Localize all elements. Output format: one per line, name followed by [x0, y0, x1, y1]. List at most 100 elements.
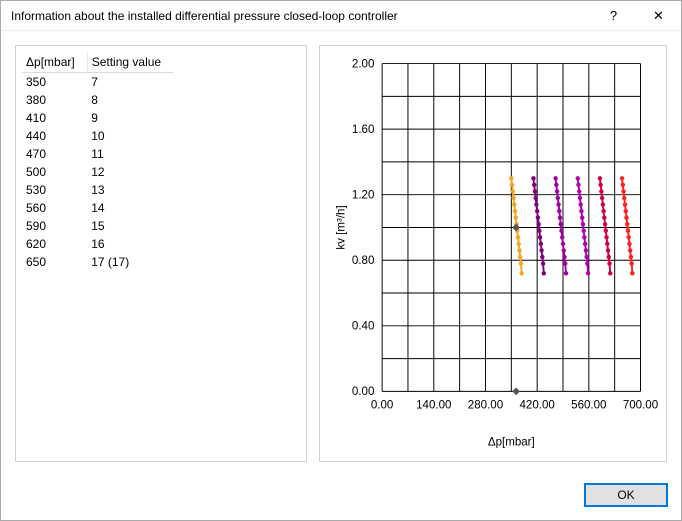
settings-table: Δp[mbar] Setting value 35073808410944010… [22, 52, 173, 271]
data-point [602, 215, 606, 219]
data-point [585, 261, 589, 265]
y-axis-label: kv [m³/h] [336, 205, 348, 249]
table-row[interactable]: 47011 [22, 145, 173, 163]
data-point [598, 183, 602, 187]
table-row[interactable]: 3808 [22, 91, 173, 109]
table-row[interactable]: 50012 [22, 163, 173, 181]
data-point [539, 242, 543, 246]
x-tick-label: 140.00 [416, 400, 451, 412]
data-point [564, 271, 568, 275]
data-point [627, 242, 631, 246]
data-point [581, 229, 585, 233]
data-point [538, 235, 542, 239]
data-point [532, 183, 536, 187]
table-row[interactable]: 3507 [22, 73, 173, 92]
data-point [514, 215, 518, 219]
data-point [577, 189, 581, 193]
data-point [540, 255, 544, 259]
data-point [536, 215, 540, 219]
cell-dp: 590 [22, 217, 87, 235]
data-point [534, 202, 538, 206]
cell-setting: 8 [87, 91, 173, 109]
data-point [517, 248, 521, 252]
table-row[interactable]: 59015 [22, 217, 173, 235]
data-point [561, 242, 565, 246]
data-point [578, 196, 582, 200]
data-point [576, 176, 580, 180]
table-row[interactable]: 4109 [22, 109, 173, 127]
y-tick-label: 2.00 [352, 58, 374, 70]
data-point [562, 248, 566, 252]
data-point [562, 255, 566, 259]
table-row[interactable]: 62016 [22, 235, 173, 253]
data-point [519, 261, 523, 265]
cell-dp: 500 [22, 163, 87, 181]
data-point [584, 255, 588, 259]
data-point [583, 242, 587, 246]
cell-dp: 440 [22, 127, 87, 145]
y-tick-label: 1.20 [352, 190, 374, 202]
data-point [622, 196, 626, 200]
table-row[interactable]: 56014 [22, 199, 173, 217]
table-row[interactable]: 53013 [22, 181, 173, 199]
data-point [557, 209, 561, 213]
x-tick-label: 280.00 [468, 400, 503, 412]
data-point [555, 189, 559, 193]
data-point [584, 248, 588, 252]
cell-dp: 560 [22, 199, 87, 217]
data-point [601, 209, 605, 213]
cell-dp: 650 [22, 253, 87, 271]
data-point [626, 229, 630, 233]
x-tick-label: 420.00 [519, 400, 554, 412]
data-point [629, 261, 633, 265]
cell-dp: 350 [22, 73, 87, 92]
help-icon: ? [610, 8, 617, 23]
data-point [625, 222, 629, 226]
data-point [533, 196, 537, 200]
help-button[interactable]: ? [591, 1, 636, 31]
data-point [510, 183, 514, 187]
marker-point [512, 388, 520, 396]
table-row[interactable]: 65017 (17) [22, 253, 173, 271]
data-point [536, 222, 540, 226]
y-tick-label: 0.40 [352, 321, 374, 333]
cell-dp: 410 [22, 109, 87, 127]
close-icon: ✕ [653, 8, 664, 24]
column-header-setting[interactable]: Setting value [87, 52, 173, 73]
data-point [586, 271, 590, 275]
cell-setting: 13 [87, 181, 173, 199]
data-point [512, 202, 516, 206]
dialog-content: Δp[mbar] Setting value 35073808410944010… [1, 31, 681, 476]
cell-setting: 17 (17) [87, 253, 173, 271]
data-point [605, 242, 609, 246]
data-point [624, 209, 628, 213]
table-row[interactable]: 44010 [22, 127, 173, 145]
data-point [554, 183, 558, 187]
data-point [533, 189, 537, 193]
window-title: Information about the installed differen… [11, 9, 591, 23]
data-point [518, 255, 522, 259]
y-tick-label: 0.00 [352, 386, 374, 398]
data-point [601, 202, 605, 206]
data-point [624, 215, 628, 219]
cell-setting: 14 [87, 199, 173, 217]
data-point [623, 202, 627, 206]
data-point [607, 255, 611, 259]
titlebar: Information about the installed differen… [1, 1, 681, 31]
close-button[interactable]: ✕ [636, 1, 681, 31]
cell-dp: 530 [22, 181, 87, 199]
data-point [620, 176, 624, 180]
data-point [599, 189, 603, 193]
data-point [542, 271, 546, 275]
data-point [556, 202, 560, 206]
ok-button[interactable]: OK [585, 484, 667, 506]
data-point [598, 176, 602, 180]
data-point [539, 248, 543, 252]
data-point [513, 209, 517, 213]
data-point [626, 235, 630, 239]
data-point [621, 189, 625, 193]
data-point [516, 242, 520, 246]
data-point [603, 222, 607, 226]
data-point [576, 183, 580, 187]
column-header-dp[interactable]: Δp[mbar] [22, 52, 87, 73]
